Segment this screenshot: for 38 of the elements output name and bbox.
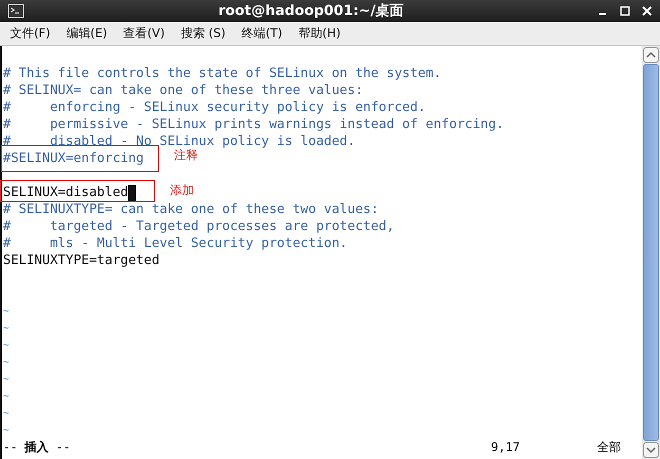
menu-item[interactable]: 帮助(H) [298,25,341,42]
empty-line-marker: ~ [3,339,10,353]
cursor-position: 9,17 [491,439,521,456]
comment-line: # enforcing - SELinux security policy is enforced. [3,99,426,116]
empty-line-marker: ~ [3,356,10,370]
comment-line: # This file controls the state of SELinux on the system. [3,65,442,82]
empty-line-marker: ~ [3,373,10,387]
comment-line: #SELINUX=enforcing [3,150,144,166]
comment-line: # permissive - SELinux prints warnings instead of enforcing. [3,116,504,133]
config-line: SELINUX=disabled [3,184,128,201]
scrollbar[interactable] [642,46,660,459]
scroll-down-icon[interactable] [643,442,659,458]
close-icon[interactable] [642,6,652,16]
maximize-icon[interactable] [620,6,630,16]
empty-line-marker: ~ [3,305,10,319]
menu-item[interactable]: 查看(V) [123,25,165,42]
menu-item[interactable]: 终端(T) [242,25,282,42]
menu-item[interactable]: 搜索 (S) [180,25,226,42]
scrollbar-thumb[interactable] [643,64,659,441]
empty-line-marker: ~ [3,424,10,438]
annotation-label: 添加 [170,183,194,198]
menu-item[interactable]: 文件(F) [10,25,50,42]
terminal-icon [8,4,24,18]
comment-line: # targeted - Targeted processes are protected, [3,218,394,235]
comment-line: # SELINUX= can take one of these three values: [3,82,364,99]
comment-line: # SELINUXTYPE= can take one of these two values: [3,201,379,218]
empty-line-marker: ~ [3,390,10,404]
mode-indicator: -- 插入 -- [3,439,72,456]
annotation-label: 注释 [174,148,198,163]
comment-line: # disabled - No SELinux policy is loaded. [3,133,356,149]
empty-line-marker: ~ [3,322,10,336]
window-title: root@hadoop001:~/桌面 [217,2,405,20]
scroll-position: 全部 [597,439,621,456]
empty-line-marker: ~ [3,407,10,421]
scroll-up-icon[interactable] [643,47,659,63]
comment-line: # mls - Multi Level Security protection. [3,235,348,252]
config-line: SELINUXTYPE=targeted [3,252,160,269]
menu-item[interactable]: 编辑(E) [66,25,108,42]
